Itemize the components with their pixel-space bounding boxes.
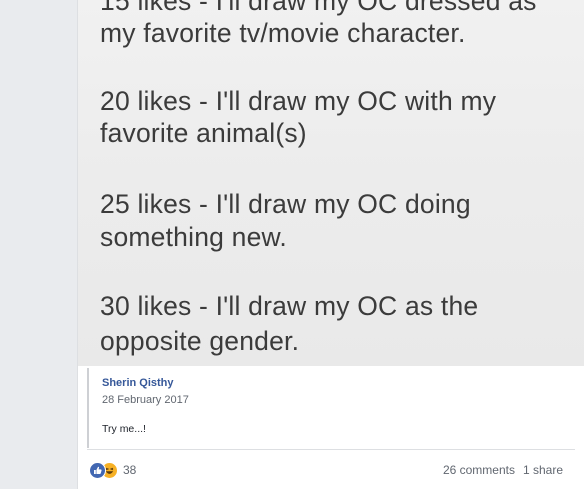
image-text-line: 25 likes - I'll draw my OC doing [100,189,471,219]
shares-link[interactable]: 1 share [523,463,563,477]
shared-post-caption: Sherin Qisthy 28 February 2017 Try me...… [87,368,577,448]
post-text: Try me...! [102,423,146,435]
like-icon [89,461,106,479]
image-text-line: something new. [100,222,287,252]
author-link[interactable]: Sherin Qisthy [102,377,174,389]
image-text-line: favorite animal(s) [100,118,307,148]
image-text-line: 20 likes - I'll draw my OC with my [100,86,497,116]
reaction-count: 38 [123,463,137,477]
engagement-meta: 26 comments 1 share [443,463,563,477]
post-date[interactable]: 28 February 2017 [102,394,189,406]
post-footer: 38 26 comments 1 share [87,449,575,489]
image-text-line: opposite gender. [100,326,300,356]
reactions-summary[interactable]: 38 [89,461,136,479]
post-card: 15 likes - I'll draw my OC dressed as my… [77,0,584,489]
image-text-line: my favorite tv/movie character. [100,18,466,48]
image-text-line: 15 likes - I'll draw my OC dressed as [100,0,537,16]
comments-link[interactable]: 26 comments [443,463,515,477]
post-image[interactable]: 15 likes - I'll draw my OC dressed as my… [78,0,584,366]
image-text-line: 30 likes - I'll draw my OC as the [100,291,479,321]
feed-background: 15 likes - I'll draw my OC dressed as my… [0,0,584,489]
